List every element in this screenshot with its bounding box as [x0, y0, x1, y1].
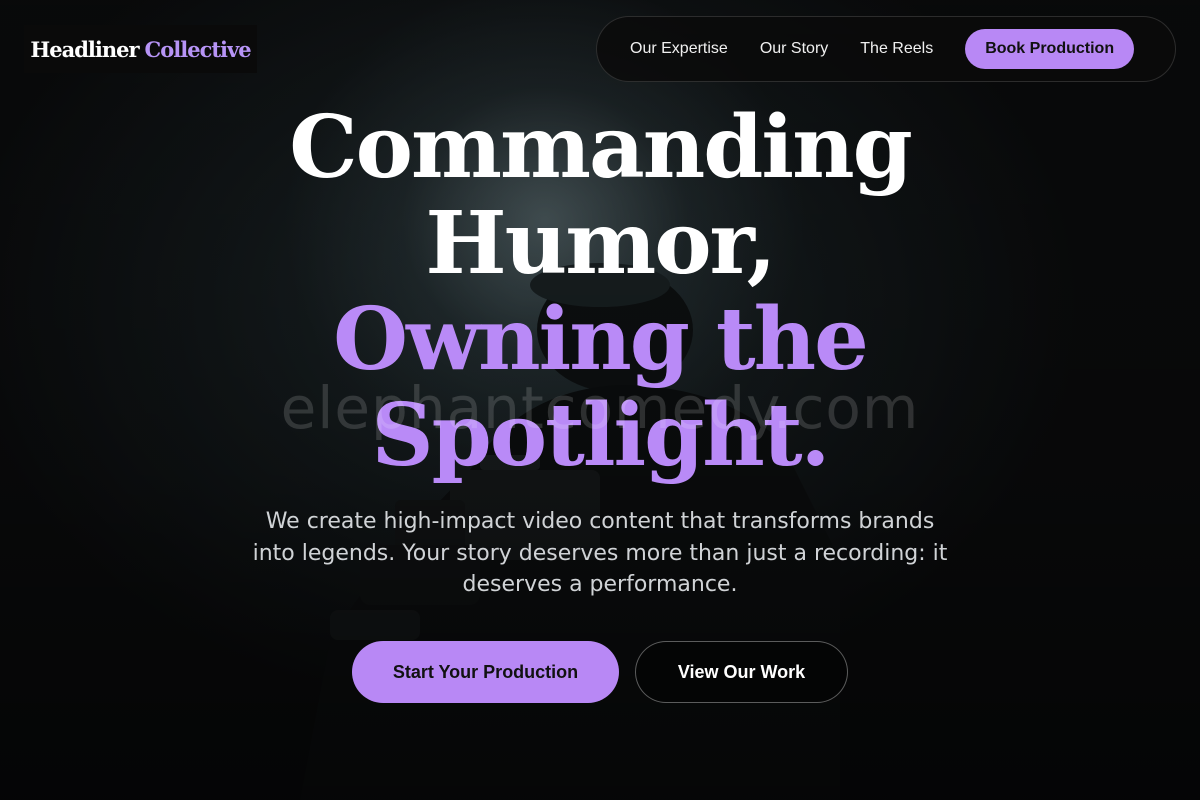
- nav-item-expertise[interactable]: Our Expertise: [630, 40, 728, 58]
- start-production-button[interactable]: Start Your Production: [352, 641, 619, 703]
- brand-name-part1: Headliner: [30, 36, 139, 62]
- nav-item-story[interactable]: Our Story: [760, 40, 828, 58]
- brand-name-part2: Collective: [144, 36, 252, 62]
- nav-item-reels[interactable]: The Reels: [860, 40, 933, 58]
- book-production-button[interactable]: Book Production: [965, 29, 1135, 69]
- hero-subtext: We create high-impact video content that…: [252, 509, 948, 597]
- headline-line-2: Humor,: [425, 193, 776, 294]
- headline-line-4: Spotlight.: [371, 385, 831, 486]
- main-nav: Our Expertise Our Story The Reels Book P…: [596, 16, 1176, 82]
- headline-line-3: Owning the: [333, 289, 869, 390]
- hero-headline: Commanding Humor, Owning the Spotlight.: [0, 100, 1200, 484]
- view-work-button[interactable]: View Our Work: [635, 641, 848, 703]
- brand-logo[interactable]: Headliner Collective: [24, 25, 257, 73]
- headline-line-1: Commanding: [289, 97, 913, 198]
